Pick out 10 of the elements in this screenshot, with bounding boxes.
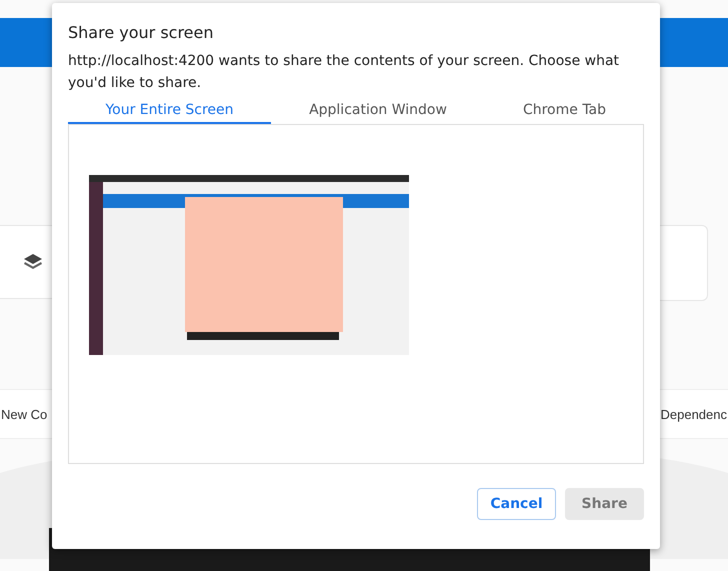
layers-icon xyxy=(23,253,43,271)
dialog-message: http://localhost:4200 wants to share the contents of your screen. Choose what you'd like to share. xyxy=(68,52,620,93)
menu-text: New Co xyxy=(0,406,48,422)
dialog-title: Share your screen xyxy=(68,23,215,42)
menu-text: Dependenc xyxy=(660,406,728,422)
tab[interactable]: Chrome Tab xyxy=(485,97,644,124)
screen-preview-drawing[interactable] xyxy=(89,175,409,355)
dialog-button[interactable]: Cancel xyxy=(477,488,556,520)
tab[interactable]: Application Window xyxy=(271,97,485,124)
tab[interactable]: Your Entire Screen xyxy=(68,97,271,124)
